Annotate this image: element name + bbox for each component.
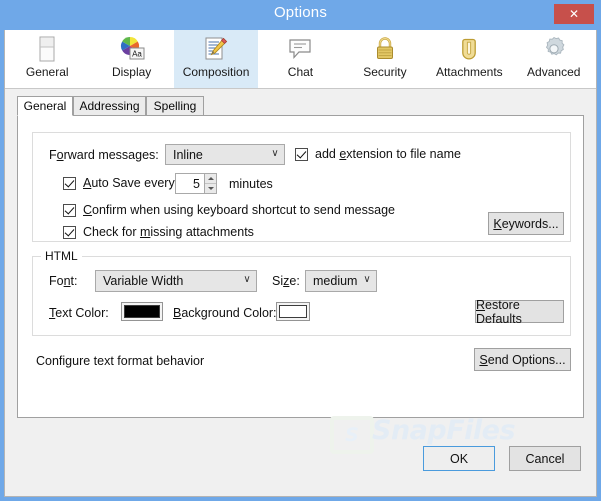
dialog-client-area: General Aa Display Composition Chat Secu…: [4, 30, 597, 497]
stepper-buttons: [204, 173, 217, 194]
confirm-shortcut-label: Confirm when using keyboard shortcut to …: [83, 203, 395, 217]
cancel-button[interactable]: Cancel: [509, 446, 581, 471]
text-color-value: [124, 305, 160, 318]
paperclip-icon: [454, 34, 484, 64]
toolbar-item-security[interactable]: Security: [343, 30, 427, 88]
tab-page-general: Forward messages: Inline ∨ add extension…: [17, 115, 584, 418]
ok-button[interactable]: OK: [423, 446, 495, 471]
cancel-button-label: Cancel: [525, 451, 565, 466]
forward-messages-label: Forward messages:: [49, 148, 159, 162]
text-color-swatch[interactable]: [121, 302, 163, 321]
triangle-up-icon: [207, 177, 214, 180]
chevron-down-icon: ∨: [363, 274, 371, 285]
title-bar: Options ✕: [0, 0, 601, 30]
color-wheel-icon: Aa: [117, 34, 147, 64]
auto-save-checkbox[interactable]: Auto Save every: [63, 176, 175, 190]
keywords-button-label: Keywords...: [493, 216, 559, 231]
toolbar-item-label: Display: [111, 65, 152, 79]
toolbar-item-label: Attachments: [435, 65, 503, 79]
confirm-shortcut-checkbox[interactable]: Confirm when using keyboard shortcut to …: [63, 203, 395, 217]
checkbox-box: [295, 147, 308, 161]
tab-label: General: [23, 99, 67, 113]
size-combobox[interactable]: medium ∨: [305, 270, 377, 292]
svg-text:Aa: Aa: [132, 50, 142, 59]
speech-bubble-icon: [285, 34, 315, 64]
background-color-label: Background Color:: [173, 306, 277, 320]
forward-messages-combobox[interactable]: Inline ∨: [165, 144, 285, 165]
dialog-button-bar: OK Cancel: [5, 426, 596, 496]
padlock-icon: [370, 34, 400, 64]
forward-messages-value: Inline: [173, 147, 203, 162]
html-group: HTML Font: Variable Width ∨ Size: medium…: [32, 249, 571, 336]
tab-label: Spelling: [153, 99, 197, 113]
tab-spelling[interactable]: Spelling: [146, 96, 204, 116]
check-missing-attachments-checkbox[interactable]: Check for missing attachments: [63, 225, 254, 239]
tab-label: Addressing: [79, 99, 140, 113]
checkbox-box: [63, 176, 76, 190]
checkbox-box: [63, 203, 76, 217]
font-value: Variable Width: [103, 274, 184, 288]
auto-save-minutes-stepper[interactable]: 5: [175, 173, 217, 194]
restore-defaults-label: Restore Defaults: [476, 297, 522, 326]
stepper-down-button[interactable]: [205, 184, 216, 193]
toolbar-item-attachments[interactable]: Attachments: [427, 30, 511, 88]
document-pencil-icon: [201, 34, 231, 64]
ok-button-label: OK: [449, 451, 469, 466]
toolbar-item-composition[interactable]: Composition: [173, 30, 259, 88]
toolbar-item-advanced[interactable]: Advanced: [512, 30, 596, 88]
stepper-up-button[interactable]: [205, 174, 216, 184]
options-dialog-window: Options ✕ General Aa Display Composition…: [0, 0, 601, 501]
size-label: Size:: [272, 274, 300, 288]
font-combobox[interactable]: Variable Width ∨: [95, 270, 257, 292]
send-options-label: Send Options...: [479, 352, 566, 367]
auto-save-unit-label: minutes: [229, 177, 273, 191]
background-color-swatch[interactable]: [276, 302, 310, 321]
auto-save-minutes-value[interactable]: 5: [175, 173, 204, 194]
chevron-down-icon: ∨: [271, 147, 279, 159]
send-options-button[interactable]: Send Options...: [474, 348, 571, 371]
toolbar-item-label: Security: [363, 65, 407, 79]
toolbar-item-label: Advanced: [527, 65, 581, 79]
tab-addressing[interactable]: Addressing: [73, 96, 146, 116]
gear-icon: [539, 34, 569, 64]
page-title: Options: [273, 4, 328, 21]
auto-save-label: Auto Save every: [83, 176, 175, 190]
toolbar-item-display[interactable]: Aa Display: [89, 30, 173, 88]
restore-defaults-button[interactable]: Restore Defaults: [475, 297, 564, 326]
category-toolbar: General Aa Display Composition Chat Secu…: [5, 30, 596, 89]
toolbar-item-general[interactable]: General: [5, 30, 89, 88]
chevron-down-icon: ∨: [243, 274, 251, 285]
status-text: Configure text format behavior: [36, 354, 205, 368]
background-color-value: [279, 305, 307, 318]
size-value: medium: [313, 274, 358, 288]
close-icon: ✕: [568, 7, 580, 21]
add-extension-label: add extension to file name: [315, 147, 461, 161]
triangle-down-icon: [207, 187, 214, 190]
toolbar-item-label: Composition: [182, 65, 250, 79]
keywords-button[interactable]: Keywords...: [488, 212, 564, 235]
text-color-label: Text Color:: [49, 306, 109, 320]
toolbar-item-label: General: [25, 65, 69, 79]
toolbar-item-label: Chat: [287, 65, 314, 79]
tab-strip: General Addressing Spelling: [17, 96, 584, 116]
close-button[interactable]: ✕: [554, 4, 594, 24]
toolbar-item-chat[interactable]: Chat: [258, 30, 342, 88]
messages-group: Forward messages: Inline ∨ add extension…: [32, 132, 571, 242]
window-icon: [32, 34, 62, 64]
html-group-legend: HTML: [41, 249, 82, 263]
checkbox-box: [63, 225, 76, 239]
check-missing-attachments-label: Check for missing attachments: [83, 225, 254, 239]
font-label: Font:: [49, 274, 78, 288]
tab-general[interactable]: General: [17, 96, 73, 116]
add-extension-checkbox[interactable]: add extension to file name: [295, 147, 461, 161]
